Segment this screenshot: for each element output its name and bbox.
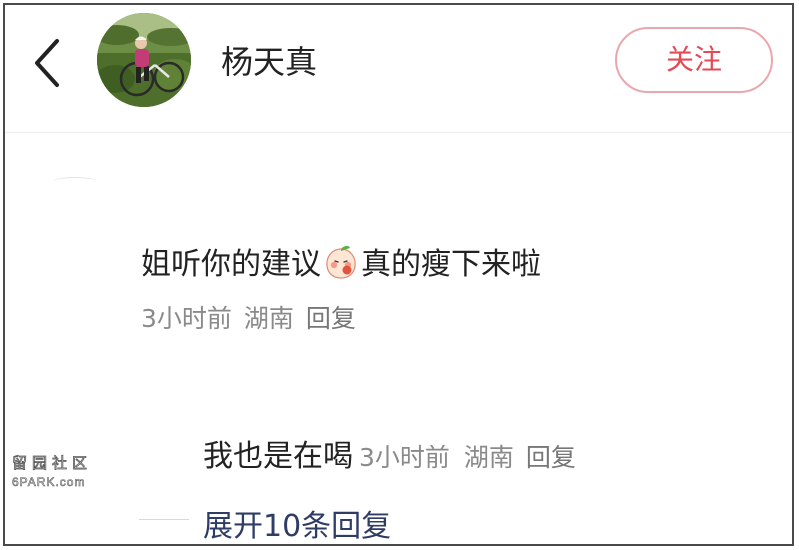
watermark: 留园社区 6PARK.com bbox=[12, 452, 98, 490]
sub-reply-time: 3小时前 bbox=[359, 443, 450, 472]
shy-peach-emoji-icon bbox=[326, 245, 356, 279]
sub-reply-location: 湖南 bbox=[463, 443, 514, 472]
top-bar: 杨天真 关注 bbox=[5, 5, 792, 133]
sub-reply-button[interactable]: 回复 bbox=[526, 443, 576, 472]
avatar-photo bbox=[97, 13, 191, 107]
expand-divider bbox=[139, 519, 189, 520]
comment-meta: 3小时前 湖南 回复 bbox=[141, 299, 368, 335]
screen: 杨天真 关注 姐听你的建议 真的瘦下来啦 3小时前 湖南 回复 我也是在喝 3小时前湖… bbox=[3, 3, 794, 546]
watermark-en: 6PARK.com bbox=[12, 475, 86, 490]
comment-text: 姐听你的建议 真的瘦下来啦 bbox=[141, 239, 541, 283]
reply-button[interactable]: 回复 bbox=[306, 304, 356, 333]
divider bbox=[53, 177, 97, 186]
avatar[interactable] bbox=[97, 13, 191, 107]
back-button[interactable] bbox=[27, 35, 67, 91]
sub-reply-text: 我也是在喝 bbox=[203, 439, 353, 474]
comment-location: 湖南 bbox=[243, 304, 294, 333]
username[interactable]: 杨天真 bbox=[221, 37, 317, 83]
comment-time: 3小时前 bbox=[141, 304, 232, 333]
comment-text-end: 真的瘦下来啦 bbox=[361, 247, 541, 282]
sub-reply: 我也是在喝 3小时前 湖南 回复 bbox=[203, 431, 576, 475]
chevron-left-icon bbox=[35, 39, 59, 87]
expand-replies-link[interactable]: 展开10条回复 bbox=[203, 501, 391, 544]
follow-button[interactable]: 关注 bbox=[615, 27, 773, 93]
comment-text-start: 姐听你的建议 bbox=[141, 247, 321, 282]
watermark-cn: 留园社区 bbox=[12, 454, 93, 473]
